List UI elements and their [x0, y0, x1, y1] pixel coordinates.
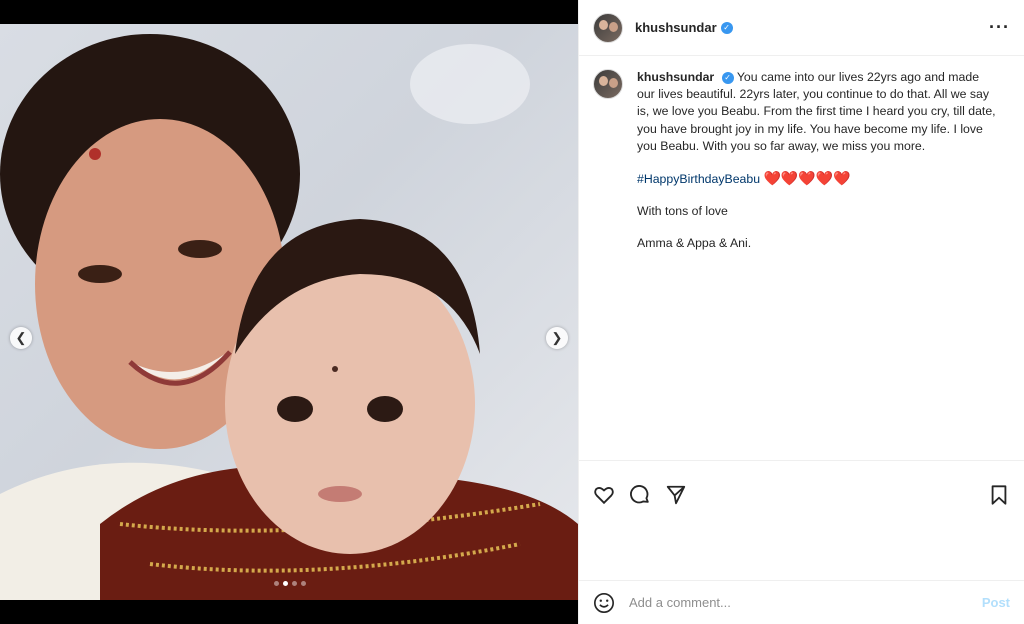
carousel-dots: [274, 581, 306, 586]
verified-badge-icon: ✓: [721, 71, 734, 84]
chevron-left-icon: ❮: [15, 330, 27, 345]
caption-avatar[interactable]: [593, 69, 623, 99]
more-horizontal-icon: ···: [989, 17, 1010, 37]
hashtag-link[interactable]: #HappyBirthdayBeabu: [637, 172, 760, 186]
share-icon[interactable]: [665, 484, 687, 506]
hearts-emoji: ❤️❤️❤️❤️❤️: [763, 170, 851, 187]
verified-badge-icon: ✓: [720, 21, 733, 34]
post-comment-button[interactable]: Post: [982, 595, 1010, 610]
carousel-prev-button[interactable]: ❮: [10, 327, 32, 349]
caption: khushsundar ✓ You came into our lives 22…: [637, 69, 997, 460]
comment-bar: Post: [579, 580, 1024, 624]
post-media: ❮ ❯: [0, 0, 578, 624]
carousel-dot: [292, 581, 297, 586]
carousel-dot-active: [283, 581, 288, 586]
carousel-dot: [301, 581, 306, 586]
header-username[interactable]: khushsundar: [635, 20, 717, 35]
caption-line-love: With tons of love: [637, 204, 728, 219]
emoji-icon[interactable]: [593, 592, 615, 614]
post-photo[interactable]: ❮ ❯: [0, 24, 578, 600]
post-header: khushsundar ✓ ···: [579, 0, 1024, 56]
caption-username[interactable]: khushsundar: [637, 70, 714, 84]
caption-line-signoff: Amma & Appa & Ani.: [637, 236, 752, 251]
avatar[interactable]: [593, 12, 623, 43]
comment-input[interactable]: [627, 594, 982, 611]
heart-icon[interactable]: [593, 484, 615, 506]
post-sidebar: khushsundar ✓ ··· khushsundar ✓ You came…: [578, 0, 1024, 624]
bookmark-icon[interactable]: [988, 484, 1010, 506]
carousel-next-button[interactable]: ❯: [546, 327, 568, 349]
caption-area: khushsundar ✓ You came into our lives 22…: [579, 56, 1024, 461]
carousel-dot: [274, 581, 279, 586]
chevron-right-icon: ❯: [551, 330, 563, 345]
action-bar: [593, 484, 1010, 506]
more-options-button[interactable]: ···: [989, 17, 1010, 38]
photo-illustration: [0, 34, 578, 600]
comment-icon[interactable]: [629, 484, 651, 506]
